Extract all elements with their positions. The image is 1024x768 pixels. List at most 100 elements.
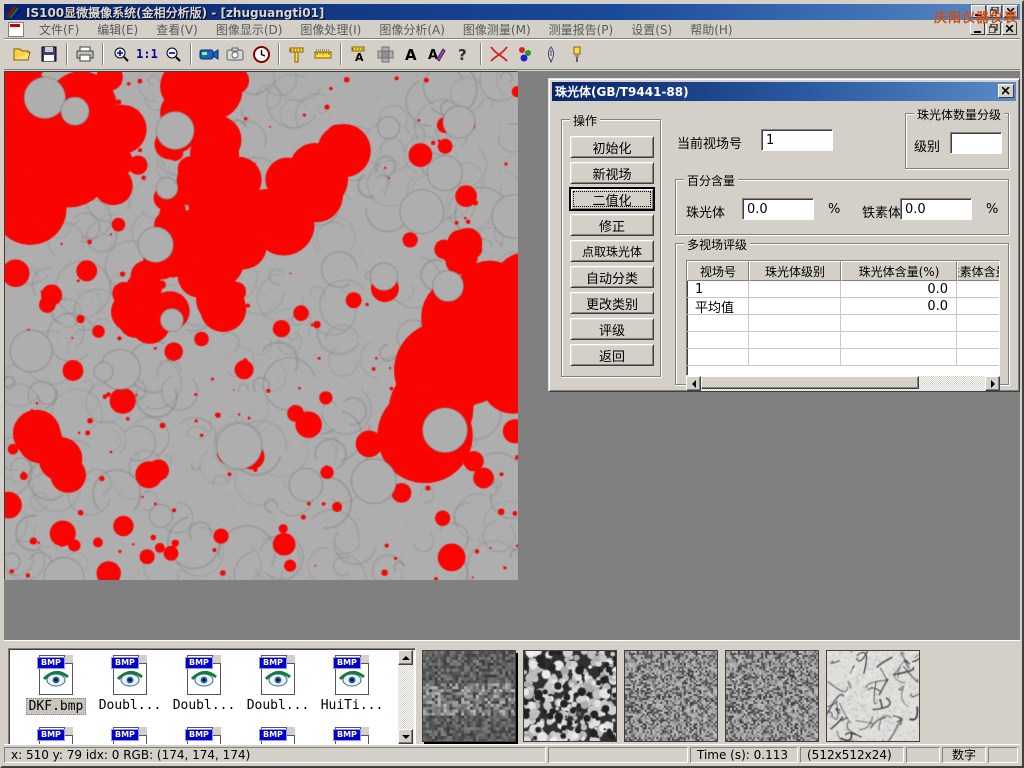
bmp-badge: BMP (333, 657, 361, 669)
grade-input[interactable] (950, 132, 1002, 154)
video-camera-icon[interactable] (196, 42, 222, 67)
open-folder-icon[interactable] (10, 42, 36, 67)
pearlite-percent-sign: % (828, 202, 840, 217)
current-field-input[interactable] (761, 129, 833, 151)
brush-icon[interactable] (564, 42, 590, 67)
mdi-minimize-button[interactable] (970, 22, 985, 35)
scroll-right-button[interactable] (985, 376, 1000, 391)
menu-image-processing[interactable]: 图像处理(I) (291, 19, 370, 40)
mdi-restore-button[interactable] (986, 22, 1001, 35)
actual-size-icon[interactable]: 1:1 (134, 42, 160, 67)
close-button[interactable] (1003, 5, 1018, 18)
col-field-no[interactable]: 视场号 (687, 261, 749, 281)
change-class-button[interactable]: 更改类别 (570, 292, 654, 314)
file-name[interactable]: Doubl... (245, 698, 312, 713)
menu-help[interactable]: 帮助(H) (681, 19, 741, 40)
toolbar-separator (278, 43, 280, 65)
scroll-down-button[interactable] (398, 729, 413, 744)
correct-button[interactable]: 修正 (570, 214, 654, 236)
menu-bar: 文件(F) 编辑(E) 查看(V) 图像显示(D) 图像处理(I) 图像分析(A… (4, 20, 1020, 39)
pen-icon[interactable] (538, 42, 564, 67)
metallograph-image[interactable] (5, 72, 518, 580)
help-icon[interactable]: ? (450, 42, 476, 67)
return-button[interactable]: 返回 (570, 344, 654, 366)
svg-text:A: A (405, 46, 417, 62)
thumbnail-image[interactable] (422, 650, 516, 742)
curve-delete-icon[interactable] (486, 42, 512, 67)
pick-pearlite-button[interactable]: 点取珠光体 (570, 240, 654, 262)
file-browser[interactable]: BMP DKF.bmp BMP Doubl... BMP Doubl... (8, 648, 416, 746)
file-item[interactable]: BMP Doubl... (167, 655, 241, 713)
rate-button[interactable]: 评级 (570, 318, 654, 340)
ferrite-percent-sign: % (986, 202, 998, 217)
thumbnail-strip (422, 650, 920, 742)
zoom-in-icon[interactable] (108, 42, 134, 67)
minimize-button[interactable] (971, 5, 986, 18)
mdi-close-button[interactable] (1002, 22, 1017, 35)
dialog-title-bar[interactable]: 珠光体(GB/T9441-88) (552, 82, 1016, 101)
col-pearlite-content[interactable]: 珠光体含量(%) (841, 261, 957, 281)
bmp-file-icon: BMP (261, 655, 295, 695)
bmp-badge: BMP (185, 729, 213, 741)
scroll-up-button[interactable] (398, 650, 413, 665)
dialog-close-button[interactable] (998, 84, 1014, 98)
new-field-button[interactable]: 新视场 (570, 162, 654, 184)
thumbnail-image[interactable] (826, 650, 920, 742)
grid-merge-icon[interactable] (372, 42, 398, 67)
table-row-empty (687, 315, 999, 332)
binarize-button[interactable]: 二值化 (570, 188, 654, 210)
thumbnail-image[interactable] (725, 650, 819, 742)
menu-image-measure[interactable]: 图像测量(M) (454, 19, 540, 40)
svg-text:A: A (428, 48, 438, 62)
thumbnail-image[interactable] (523, 650, 617, 742)
capture-camera-icon[interactable] (222, 42, 248, 67)
menu-image-display[interactable]: 图像显示(D) (207, 19, 292, 40)
document-icon[interactable] (8, 22, 24, 37)
file-item[interactable]: BMP Doubl... (241, 655, 315, 713)
thumbnail-image[interactable] (624, 650, 718, 742)
auto-classify-button[interactable]: 自动分类 (570, 266, 654, 288)
save-icon[interactable] (36, 42, 62, 67)
menu-edit[interactable]: 编辑(E) (88, 19, 147, 40)
table-row[interactable]: 1 0.0 (687, 281, 999, 298)
file-item[interactable]: BMP Doubl... (93, 655, 167, 713)
print-icon[interactable] (72, 42, 98, 67)
ferrite-percent-input[interactable] (900, 198, 972, 220)
cell-ferrite (957, 298, 1000, 315)
particles-icon[interactable] (512, 42, 538, 67)
menu-file[interactable]: 文件(F) (30, 19, 88, 40)
text-icon[interactable]: A (398, 42, 424, 67)
menu-image-analysis[interactable]: 图像分析(A) (370, 19, 454, 40)
file-item[interactable]: BMP HuiTi... (315, 655, 389, 713)
annotate-icon[interactable]: A (424, 42, 450, 67)
pearlite-dialog[interactable]: 珠光体(GB/T9441-88) 操作 初始化 新视场 二值化 修正 点取珠光体… (548, 78, 1020, 392)
file-item[interactable]: BMP DKF.bmp (19, 655, 93, 715)
scrollbar-track[interactable] (701, 376, 985, 391)
timer-clock-icon[interactable] (248, 42, 274, 67)
measure-text-icon[interactable]: A (346, 42, 372, 67)
scroll-left-button[interactable] (686, 376, 701, 391)
file-name[interactable]: Doubl... (171, 698, 238, 713)
restore-button[interactable] (987, 5, 1002, 18)
initialize-button[interactable]: 初始化 (570, 136, 654, 158)
file-name[interactable]: DKF.bmp (26, 698, 87, 715)
menu-view[interactable]: 查看(V) (147, 19, 207, 40)
status-position: x: 510 y: 79 idx: 0 RGB: (174, 174, 174) (4, 747, 546, 763)
cell-ferrite (957, 281, 1000, 298)
status-time: Time (s): 0.113 (690, 747, 798, 763)
file-name[interactable]: Doubl... (97, 698, 164, 713)
zoom-out-icon[interactable] (160, 42, 186, 67)
menu-settings[interactable]: 设置(S) (622, 19, 681, 40)
col-pearlite-grade[interactable]: 珠光体级别 (749, 261, 841, 281)
file-name[interactable]: HuiTi... (319, 698, 386, 713)
file-vertical-scrollbar[interactable] (398, 650, 414, 744)
table-horizontal-scrollbar[interactable] (686, 376, 1000, 391)
table-row[interactable]: 平均值 0.0 (687, 298, 999, 315)
scrollbar-thumb[interactable] (701, 376, 919, 389)
ruler-icon[interactable] (310, 42, 336, 67)
pearlite-percent-input[interactable] (742, 198, 814, 220)
multifield-table[interactable]: 视场号 珠光体级别 珠光体含量(%) 铁素体含量(%) 1 0.0 平均值 0.… (686, 260, 1000, 376)
menu-report[interactable]: 测量报告(P) (540, 19, 623, 40)
caliper-icon[interactable] (284, 42, 310, 67)
col-ferrite-content[interactable]: 铁素体含量(%) (957, 261, 1000, 281)
